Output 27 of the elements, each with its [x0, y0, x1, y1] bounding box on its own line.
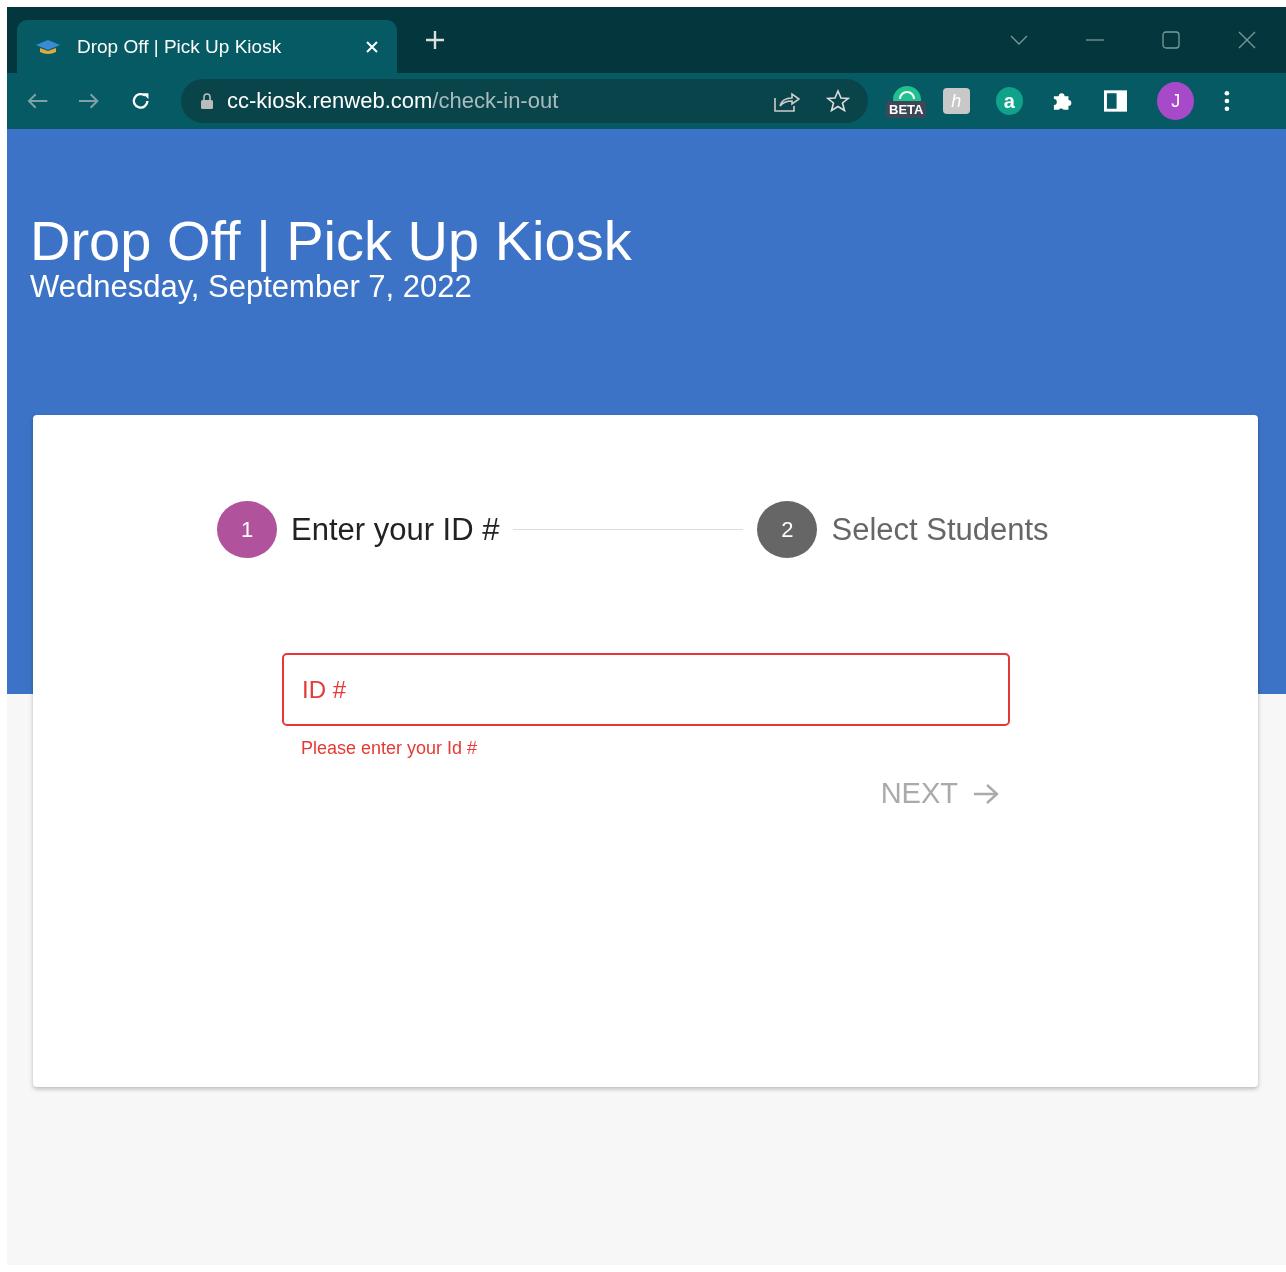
- graduation-cap-icon: [35, 38, 61, 55]
- share-icon[interactable]: [774, 90, 800, 112]
- forward-icon[interactable]: [78, 92, 100, 110]
- lock-icon: [200, 93, 213, 109]
- new-tab-icon[interactable]: [425, 30, 445, 50]
- page-title: Drop Off | Pick Up Kiosk: [30, 209, 633, 273]
- side-panel-icon[interactable]: [1104, 90, 1128, 112]
- address-bar[interactable]: cc-kiosk.renweb.com/check-in-out: [180, 79, 868, 123]
- extension-icon[interactable]: a: [995, 87, 1023, 115]
- arrow-right-icon: [972, 781, 1000, 806]
- back-icon[interactable]: [27, 92, 49, 110]
- tab-title: Drop Off | Pick Up Kiosk: [77, 35, 283, 58]
- error-message: Please enter your Id #: [301, 738, 479, 759]
- step-number: 2: [757, 501, 818, 558]
- step-label: Enter your ID #: [291, 511, 500, 548]
- star-icon[interactable]: [826, 89, 850, 113]
- menu-icon[interactable]: [1224, 90, 1230, 112]
- profile-avatar[interactable]: J: [1157, 82, 1195, 120]
- url-text: cc-kiosk.renweb.com/check-in-out: [226, 88, 559, 114]
- beta-badge: BETA: [886, 101, 927, 118]
- id-input-field[interactable]: ID #: [282, 653, 1010, 726]
- step-label: Select Students: [831, 511, 1049, 548]
- maximize-icon[interactable]: [1162, 31, 1180, 49]
- chevron-down-icon[interactable]: [1010, 35, 1028, 45]
- close-icon[interactable]: [1238, 31, 1256, 49]
- browser-tab[interactable]: Drop Off | Pick Up Kiosk: [17, 20, 397, 73]
- step-number: 1: [217, 501, 277, 558]
